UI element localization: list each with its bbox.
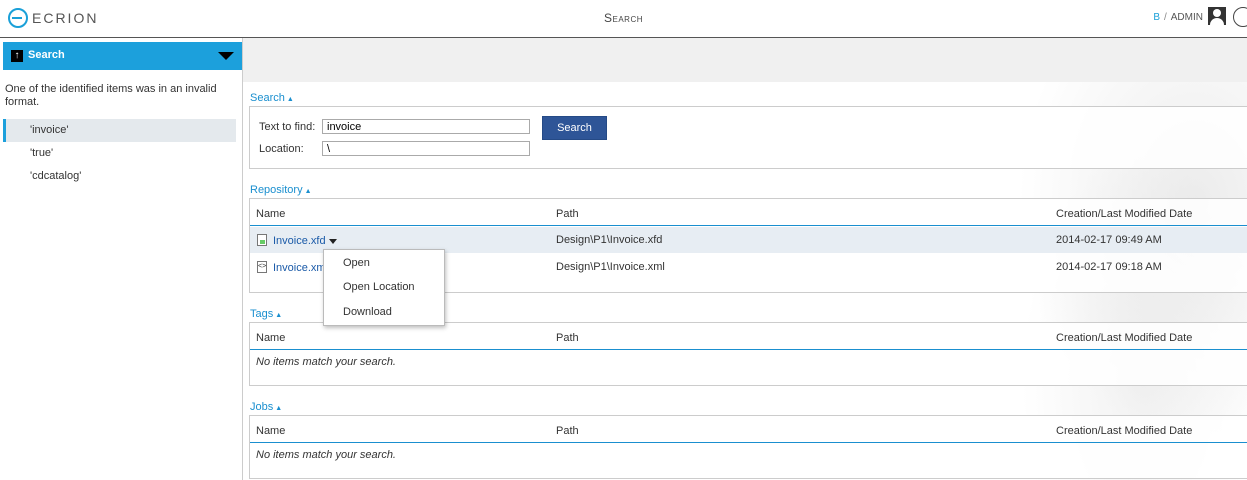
upload-arrow-icon: ↑ [11,50,23,62]
search-section-label: Search [250,92,285,104]
location-input[interactable] [322,141,530,156]
sidebar-item-true[interactable]: 'true' [3,142,236,165]
header-divider [250,349,1247,350]
collapse-triangle-icon: ▲ [275,312,283,319]
header-divider [250,225,1247,226]
file-path: Design\P1\Invoice.xfd [556,234,663,246]
jobs-section-title[interactable]: Jobs ▲ [250,401,282,413]
empty-message: No items match your search. [256,356,396,368]
file-date: 2014-02-17 09:18 AM [1056,261,1162,273]
user-initial[interactable]: B [1153,12,1160,23]
dropdown-caret-icon[interactable] [328,238,337,244]
sidebar-message: One of the identified items was in an in… [5,83,217,108]
repository-section-title[interactable]: Repository ▲ [250,184,312,196]
xml-file-icon: <> [257,261,267,273]
tags-table: Name Path Creation/Last Modified Date No… [249,322,1247,386]
page-title-text: Search [603,11,643,25]
file-name-text: Invoice.xfd [273,235,326,247]
file-name-link[interactable]: Invoice.xfd [273,235,337,247]
user-name[interactable]: ADMIN [1171,12,1203,23]
menu-item-open[interactable]: Open [343,257,370,269]
sidebar: ↑ Search One of the identified items was… [0,38,243,480]
page-title: Search [0,11,1247,25]
column-header-name[interactable]: Name [256,425,285,437]
location-label: Location: [259,143,304,155]
text-to-find-input[interactable] [322,119,530,134]
help-icon[interactable] [1233,7,1247,27]
user-area[interactable]: B / ADMIN [1153,12,1203,23]
column-header-date[interactable]: Creation/Last Modified Date [1056,208,1192,220]
column-header-name[interactable]: Name [256,332,285,344]
search-section-title[interactable]: Search ▲ [250,92,294,104]
column-header-path[interactable]: Path [556,332,579,344]
file-context-menu: Open Open Location Download [323,249,445,326]
column-header-date[interactable]: Creation/Last Modified Date [1056,425,1192,437]
tags-section-label: Tags [250,308,274,320]
jobs-table: Name Path Creation/Last Modified Date No… [249,415,1247,479]
file-path: Design\P1\Invoice.xml [556,261,665,273]
app-header: ECRION Search B / ADMIN [0,0,1247,38]
repository-section-label: Repository [250,184,303,196]
sidebar-title: Search [28,49,65,61]
sidebar-header[interactable]: ↑ Search [3,42,242,70]
column-header-date[interactable]: Creation/Last Modified Date [1056,332,1192,344]
file-date: 2014-02-17 09:49 AM [1056,234,1162,246]
jobs-section-label: Jobs [250,401,274,413]
file-name-link[interactable]: Invoice.xml [273,262,328,274]
sidebar-item-cdcatalog[interactable]: 'cdcatalog' [3,165,236,188]
column-header-name[interactable]: Name [256,208,285,220]
collapse-triangle-icon: ▲ [304,188,312,195]
xfd-file-icon [257,234,267,246]
tags-section-title[interactable]: Tags ▲ [250,308,282,320]
header-divider [250,442,1247,443]
collapse-arrow-icon[interactable] [218,52,234,60]
sidebar-item-invoice[interactable]: 'invoice' [3,119,236,142]
main-top-band [243,38,1247,82]
collapse-triangle-icon: ▲ [275,405,283,412]
search-button[interactable]: Search [542,116,607,140]
user-separator: / [1163,12,1167,23]
search-panel: Text to find: Location: Search [249,106,1247,169]
menu-item-download[interactable]: Download [343,306,392,318]
column-header-path[interactable]: Path [556,425,579,437]
text-to-find-label: Text to find: [259,121,316,133]
column-header-path[interactable]: Path [556,208,579,220]
sidebar-list: 'invoice' 'true' 'cdcatalog' [3,119,236,188]
empty-message: No items match your search. [256,449,396,461]
collapse-triangle-icon: ▲ [286,96,294,103]
user-avatar-icon[interactable] [1208,7,1226,25]
menu-item-open-location[interactable]: Open Location [343,281,415,293]
